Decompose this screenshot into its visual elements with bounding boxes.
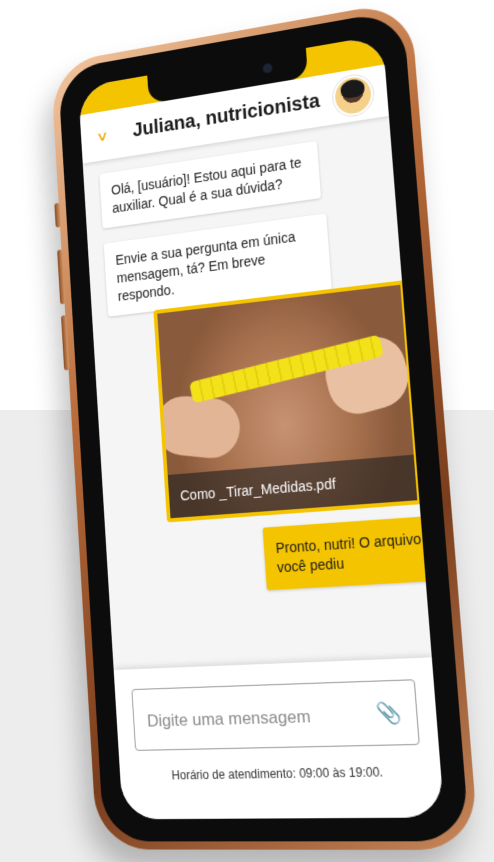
message-input-placeholder: Digite uma mensagem: [146, 706, 312, 731]
service-hours: Horário de atendimento: 09:00 às 19:00.: [171, 764, 384, 783]
composer: Digite uma mensagem 📎 Horário de atendim…: [113, 657, 445, 820]
volume-up-button: [57, 249, 66, 305]
user-message: Pronto, nutri! O arquivo que você pediu: [262, 513, 445, 591]
user-message-text: Pronto, nutri! O arquivo que você pediu: [275, 528, 445, 576]
message-input[interactable]: Digite uma mensagem 📎: [131, 679, 420, 751]
phone-screen: ∨ Juliana, nutricionista Olá, [usuário]!…: [78, 34, 445, 820]
attachment-card[interactable]: Como _Tirar_Medidas.pdf: [153, 280, 422, 523]
avatar[interactable]: [331, 72, 375, 119]
mute-switch: [54, 202, 61, 228]
phone-bezel: ∨ Juliana, nutricionista Olá, [usuário]!…: [57, 9, 470, 842]
phone-frame: ∨ Juliana, nutricionista Olá, [usuário]!…: [50, 0, 480, 850]
bot-message-text: Envie a sua pergunta em única mensagem, …: [115, 228, 296, 304]
camera-icon: [262, 62, 273, 74]
chevron-down-icon[interactable]: ∨: [78, 124, 128, 148]
volume-down-button: [60, 315, 70, 371]
paperclip-icon[interactable]: 📎: [375, 700, 403, 727]
phone-mockup: ∨ Juliana, nutricionista Olá, [usuário]!…: [0, 0, 494, 862]
bot-message-text: Olá, [usuário]! Estou aqui para te auxil…: [110, 154, 302, 216]
